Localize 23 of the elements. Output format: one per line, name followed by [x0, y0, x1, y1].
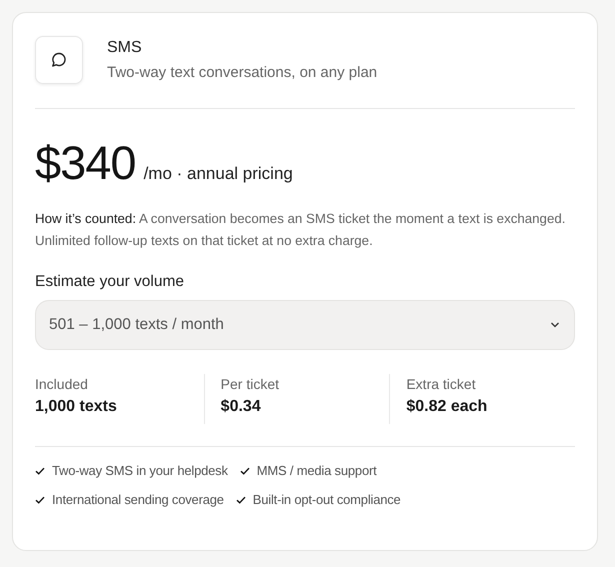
chat-bubble-icon: [50, 51, 68, 69]
feature-text: Two-way SMS in your helpdesk: [52, 463, 228, 478]
check-icon: [240, 466, 250, 474]
pricing-note: How it’s counted: A conversation becomes an SMS ticket the moment a text is exchanged. Unlimited follow-up texts on that ticket at no extra charge.: [35, 210, 566, 250]
chevron-down-icon: [550, 322, 560, 328]
feature-text: Built-in opt-out compliance: [252, 492, 401, 507]
product-subtitle: Two-way text conversations, on any plan: [107, 64, 378, 81]
stat-label: Per ticket: [220, 376, 280, 392]
feature-text: International sending coverage: [52, 492, 224, 507]
volume-label: Estimate your volume: [35, 273, 186, 291]
stat-value: 1,000 texts: [35, 398, 118, 416]
check-icon: [35, 466, 45, 474]
volume-select[interactable]: 501 – 1,000 texts / month: [35, 300, 575, 350]
stat-label: Extra ticket: [406, 376, 477, 392]
price-period: /mo · annual pricing: [144, 164, 293, 184]
feature-text: MMS / media support: [256, 463, 377, 478]
check-icon: [35, 496, 45, 504]
product-title: SMS: [107, 39, 143, 57]
stat-value: $0.82 each: [406, 398, 488, 416]
price-amount: $340: [35, 135, 136, 190]
stat-value: $0.34: [220, 398, 262, 416]
stat-label: Included: [35, 376, 89, 392]
check-icon: [236, 496, 246, 504]
